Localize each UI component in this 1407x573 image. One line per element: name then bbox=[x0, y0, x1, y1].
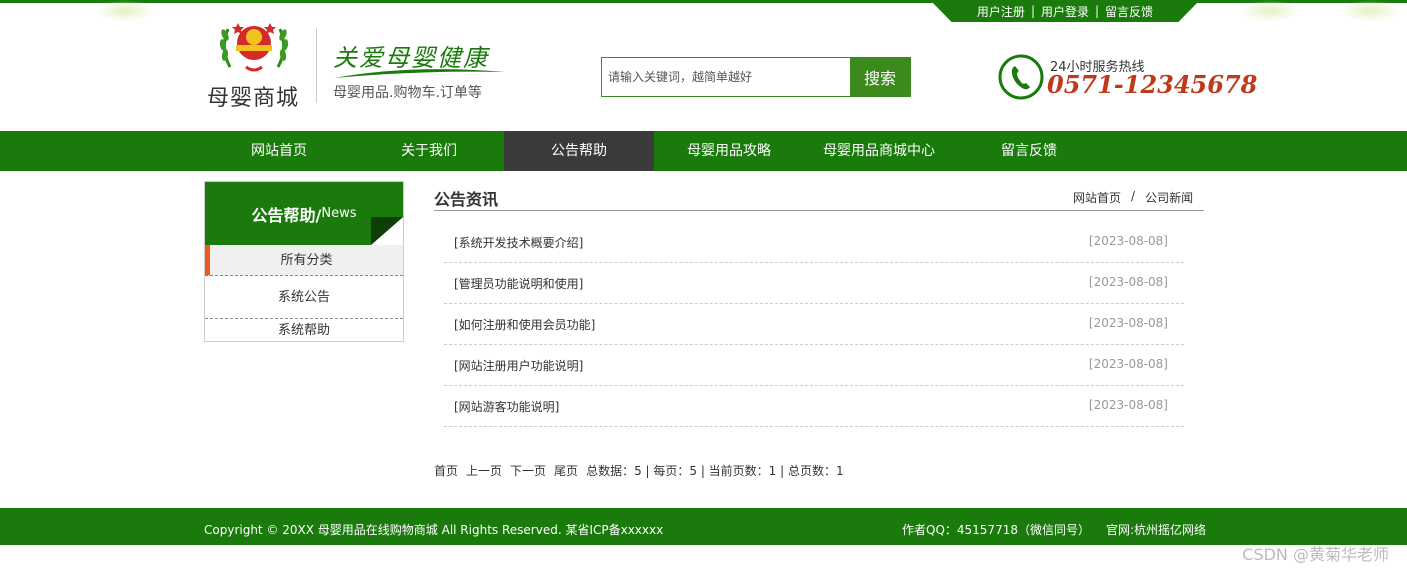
nav-item-announcements[interactable]: 公告帮助 bbox=[504, 131, 654, 171]
nav-item-guides[interactable]: 母婴用品攻略 bbox=[654, 131, 804, 171]
news-date: [2023-08-08] bbox=[1088, 234, 1168, 248]
register-link[interactable]: 用户注册 bbox=[977, 3, 1025, 20]
news-title[interactable]: [如何注册和使用会员功能] bbox=[454, 316, 595, 333]
news-title[interactable]: [网站注册用户功能说明] bbox=[454, 357, 583, 374]
news-title[interactable]: [系统开发技术概要介绍] bbox=[454, 234, 583, 251]
feedback-link[interactable]: 留言反馈 bbox=[1105, 3, 1153, 20]
footer: Copyright © 20XX 母婴用品在线购物商城 All Rights R… bbox=[0, 508, 1407, 545]
footer-qq: 作者QQ：45157718（微信同号） bbox=[902, 523, 1090, 537]
title-divider bbox=[434, 210, 1204, 211]
list-item[interactable]: [系统开发技术概要介绍] [2023-08-08] bbox=[444, 222, 1184, 263]
search-form: 搜索 bbox=[601, 57, 911, 97]
corner-fold-decoration bbox=[371, 217, 403, 245]
breadcrumb-current[interactable]: 公司新闻 bbox=[1145, 189, 1193, 206]
sidebar-title-en: News bbox=[321, 206, 357, 221]
sidebar-title: 公告帮助/ bbox=[251, 205, 322, 225]
news-date: [2023-08-08] bbox=[1088, 275, 1168, 289]
logo-text: 母婴商城 bbox=[207, 86, 300, 111]
news-date: [2023-08-08] bbox=[1088, 398, 1168, 412]
leaf-decoration bbox=[1340, 0, 1400, 22]
news-list: [系统开发技术概要介绍] [2023-08-08] [管理员功能说明和使用] [… bbox=[444, 222, 1184, 427]
brand-emblem-icon[interactable] bbox=[216, 15, 292, 75]
pager-next[interactable]: 下一页 bbox=[510, 462, 546, 479]
list-item[interactable]: [网站注册用户功能说明] [2023-08-08] bbox=[444, 345, 1184, 386]
breadcrumb: 网站首页 / 公司新闻 bbox=[1073, 189, 1193, 206]
watermark: CSDN @黄菊华老师 bbox=[1242, 545, 1389, 564]
leaf-decoration bbox=[95, 0, 155, 22]
sidebar-item-help[interactable]: 系统帮助 bbox=[205, 320, 403, 342]
nav-item-mall-center[interactable]: 母婴用品商城中心 bbox=[804, 131, 954, 171]
footer-copyright: Copyright © 20XX 母婴用品在线购物商城 All Rights R… bbox=[204, 523, 664, 537]
pager-prev[interactable]: 上一页 bbox=[466, 462, 502, 479]
nav-item-feedback[interactable]: 留言反馈 bbox=[954, 131, 1104, 171]
hotline-number: 0571-12345678 bbox=[1047, 70, 1258, 99]
sidebar-header: 公告帮助/ News bbox=[205, 182, 403, 245]
news-title[interactable]: [管理员功能说明和使用] bbox=[454, 275, 583, 292]
subslogan: 母婴用品.购物车.订单等 bbox=[333, 85, 482, 101]
page-title: 公告资讯 bbox=[434, 190, 499, 209]
news-date: [2023-08-08] bbox=[1088, 357, 1168, 371]
top-links: 用户注册 | 用户登录 | 留言反馈 bbox=[930, 0, 1200, 22]
sidebar-item-all[interactable]: 所有分类 bbox=[205, 245, 403, 276]
sidebar: 公告帮助/ News 所有分类 系统公告 系统帮助 bbox=[204, 181, 404, 342]
list-item[interactable]: [网站游客功能说明] [2023-08-08] bbox=[444, 386, 1184, 427]
breadcrumb-home[interactable]: 网站首页 bbox=[1073, 189, 1121, 206]
news-title[interactable]: [网站游客功能说明] bbox=[454, 398, 559, 415]
pager-last[interactable]: 尾页 bbox=[554, 462, 578, 479]
breadcrumb-separator: / bbox=[1131, 189, 1136, 203]
nav-item-about[interactable]: 关于我们 bbox=[354, 131, 504, 171]
pager-first[interactable]: 首页 bbox=[434, 462, 458, 479]
footer-site[interactable]: 官网:杭州摇亿网络 bbox=[1106, 521, 1206, 538]
search-input[interactable] bbox=[602, 58, 850, 96]
sidebar-item-announcements[interactable]: 系统公告 bbox=[205, 277, 403, 319]
list-item[interactable]: [管理员功能说明和使用] [2023-08-08] bbox=[444, 263, 1184, 304]
list-item[interactable]: [如何注册和使用会员功能] [2023-08-08] bbox=[444, 304, 1184, 345]
logo-divider bbox=[316, 28, 317, 103]
separator: | bbox=[1030, 4, 1035, 18]
swoosh-decoration bbox=[334, 69, 505, 78]
news-date: [2023-08-08] bbox=[1088, 316, 1168, 330]
pagination: 首页 上一页 下一页 尾页 总数据：5 | 每页：5 | 当前页数：1 | 总页… bbox=[434, 462, 844, 479]
nav-item-home[interactable]: 网站首页 bbox=[204, 131, 354, 171]
search-button[interactable]: 搜索 bbox=[850, 58, 910, 96]
phone-icon bbox=[998, 54, 1044, 100]
pager-summary: 总数据：5 | 每页：5 | 当前页数：1 | 总页数：1 bbox=[586, 464, 844, 478]
login-link[interactable]: 用户登录 bbox=[1041, 3, 1089, 20]
leaf-decoration bbox=[1240, 0, 1300, 22]
separator: | bbox=[1095, 4, 1100, 18]
main-nav: 网站首页 关于我们 公告帮助 母婴用品攻略 母婴用品商城中心 留言反馈 bbox=[0, 131, 1407, 171]
